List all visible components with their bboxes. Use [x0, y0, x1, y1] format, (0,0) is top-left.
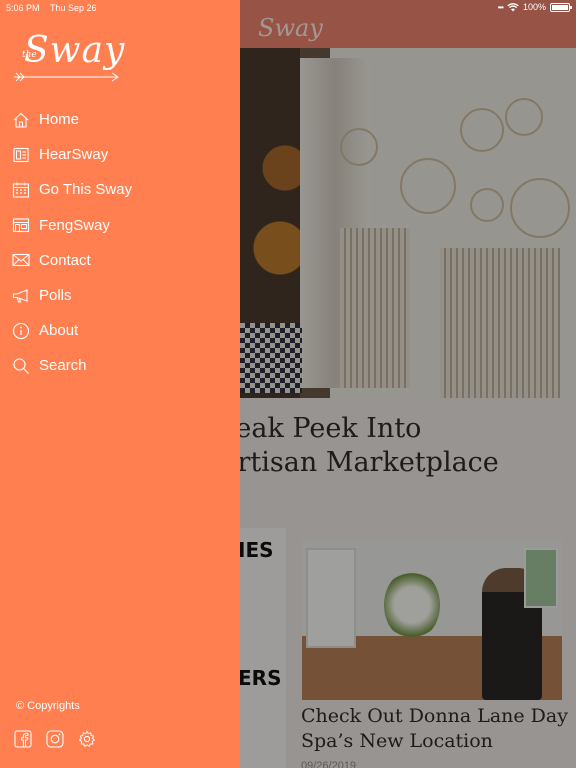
facebook-icon[interactable]	[14, 730, 32, 748]
instagram-icon[interactable]	[46, 730, 64, 748]
status-time: 5:06 PM	[6, 3, 40, 13]
menu-item-fengsway[interactable]: FengSway	[0, 208, 240, 243]
side-drawer: the Sway Home HearSway Go This Sway Feng…	[0, 0, 240, 768]
menu-item-go-this-sway[interactable]: Go This Sway	[0, 172, 240, 207]
menu-item-contact[interactable]: Contact	[0, 243, 240, 278]
menu-item-search[interactable]: Search	[0, 348, 240, 383]
copyright-link[interactable]: © Copyrights	[16, 700, 80, 712]
settings-icon[interactable]	[78, 730, 96, 748]
battery-icon	[550, 2, 572, 12]
menu-item-label: Home	[39, 111, 80, 129]
social-links	[14, 730, 96, 748]
menu-item-label: Polls	[39, 287, 72, 305]
brand-logo[interactable]: the Sway	[14, 30, 126, 86]
arrow-icon	[14, 72, 119, 82]
info-icon	[11, 321, 31, 341]
megaphone-icon	[11, 286, 31, 306]
signal-dots-icon: •••	[497, 2, 504, 12]
status-right: ••• 100%	[497, 2, 572, 12]
menu-item-label: About	[39, 322, 79, 340]
storefront-icon	[11, 215, 31, 235]
brand-name: Sway	[24, 30, 126, 71]
menu-item-label: Go This Sway	[39, 181, 133, 199]
search-icon	[11, 356, 31, 376]
menu-item-polls[interactable]: Polls	[0, 278, 240, 313]
menu-item-about[interactable]: About	[0, 313, 240, 348]
podcast-icon	[11, 145, 31, 165]
wifi-icon	[507, 2, 519, 11]
battery-percent: 100%	[522, 2, 546, 12]
menu-item-label: FengSway	[39, 216, 110, 234]
status-date: Thu Sep 26	[50, 3, 97, 13]
home-icon	[11, 110, 31, 130]
menu-item-hearsway[interactable]: HearSway	[0, 137, 240, 172]
menu-item-label: Search	[39, 357, 87, 375]
envelope-icon	[11, 250, 31, 270]
menu-item-label: Contact	[39, 251, 91, 269]
main-content: Sway neak Peek Into Artisan Marketplace …	[240, 0, 576, 768]
dim-overlay[interactable]	[240, 0, 576, 768]
drawer-menu: Home HearSway Go This Sway FengSway Cont…	[0, 102, 240, 384]
menu-item-home[interactable]: Home	[0, 102, 240, 137]
menu-item-label: HearSway	[39, 146, 109, 164]
status-bar: 5:06 PM Thu Sep 26 ••• 100%	[0, 0, 576, 16]
calendar-icon	[11, 180, 31, 200]
